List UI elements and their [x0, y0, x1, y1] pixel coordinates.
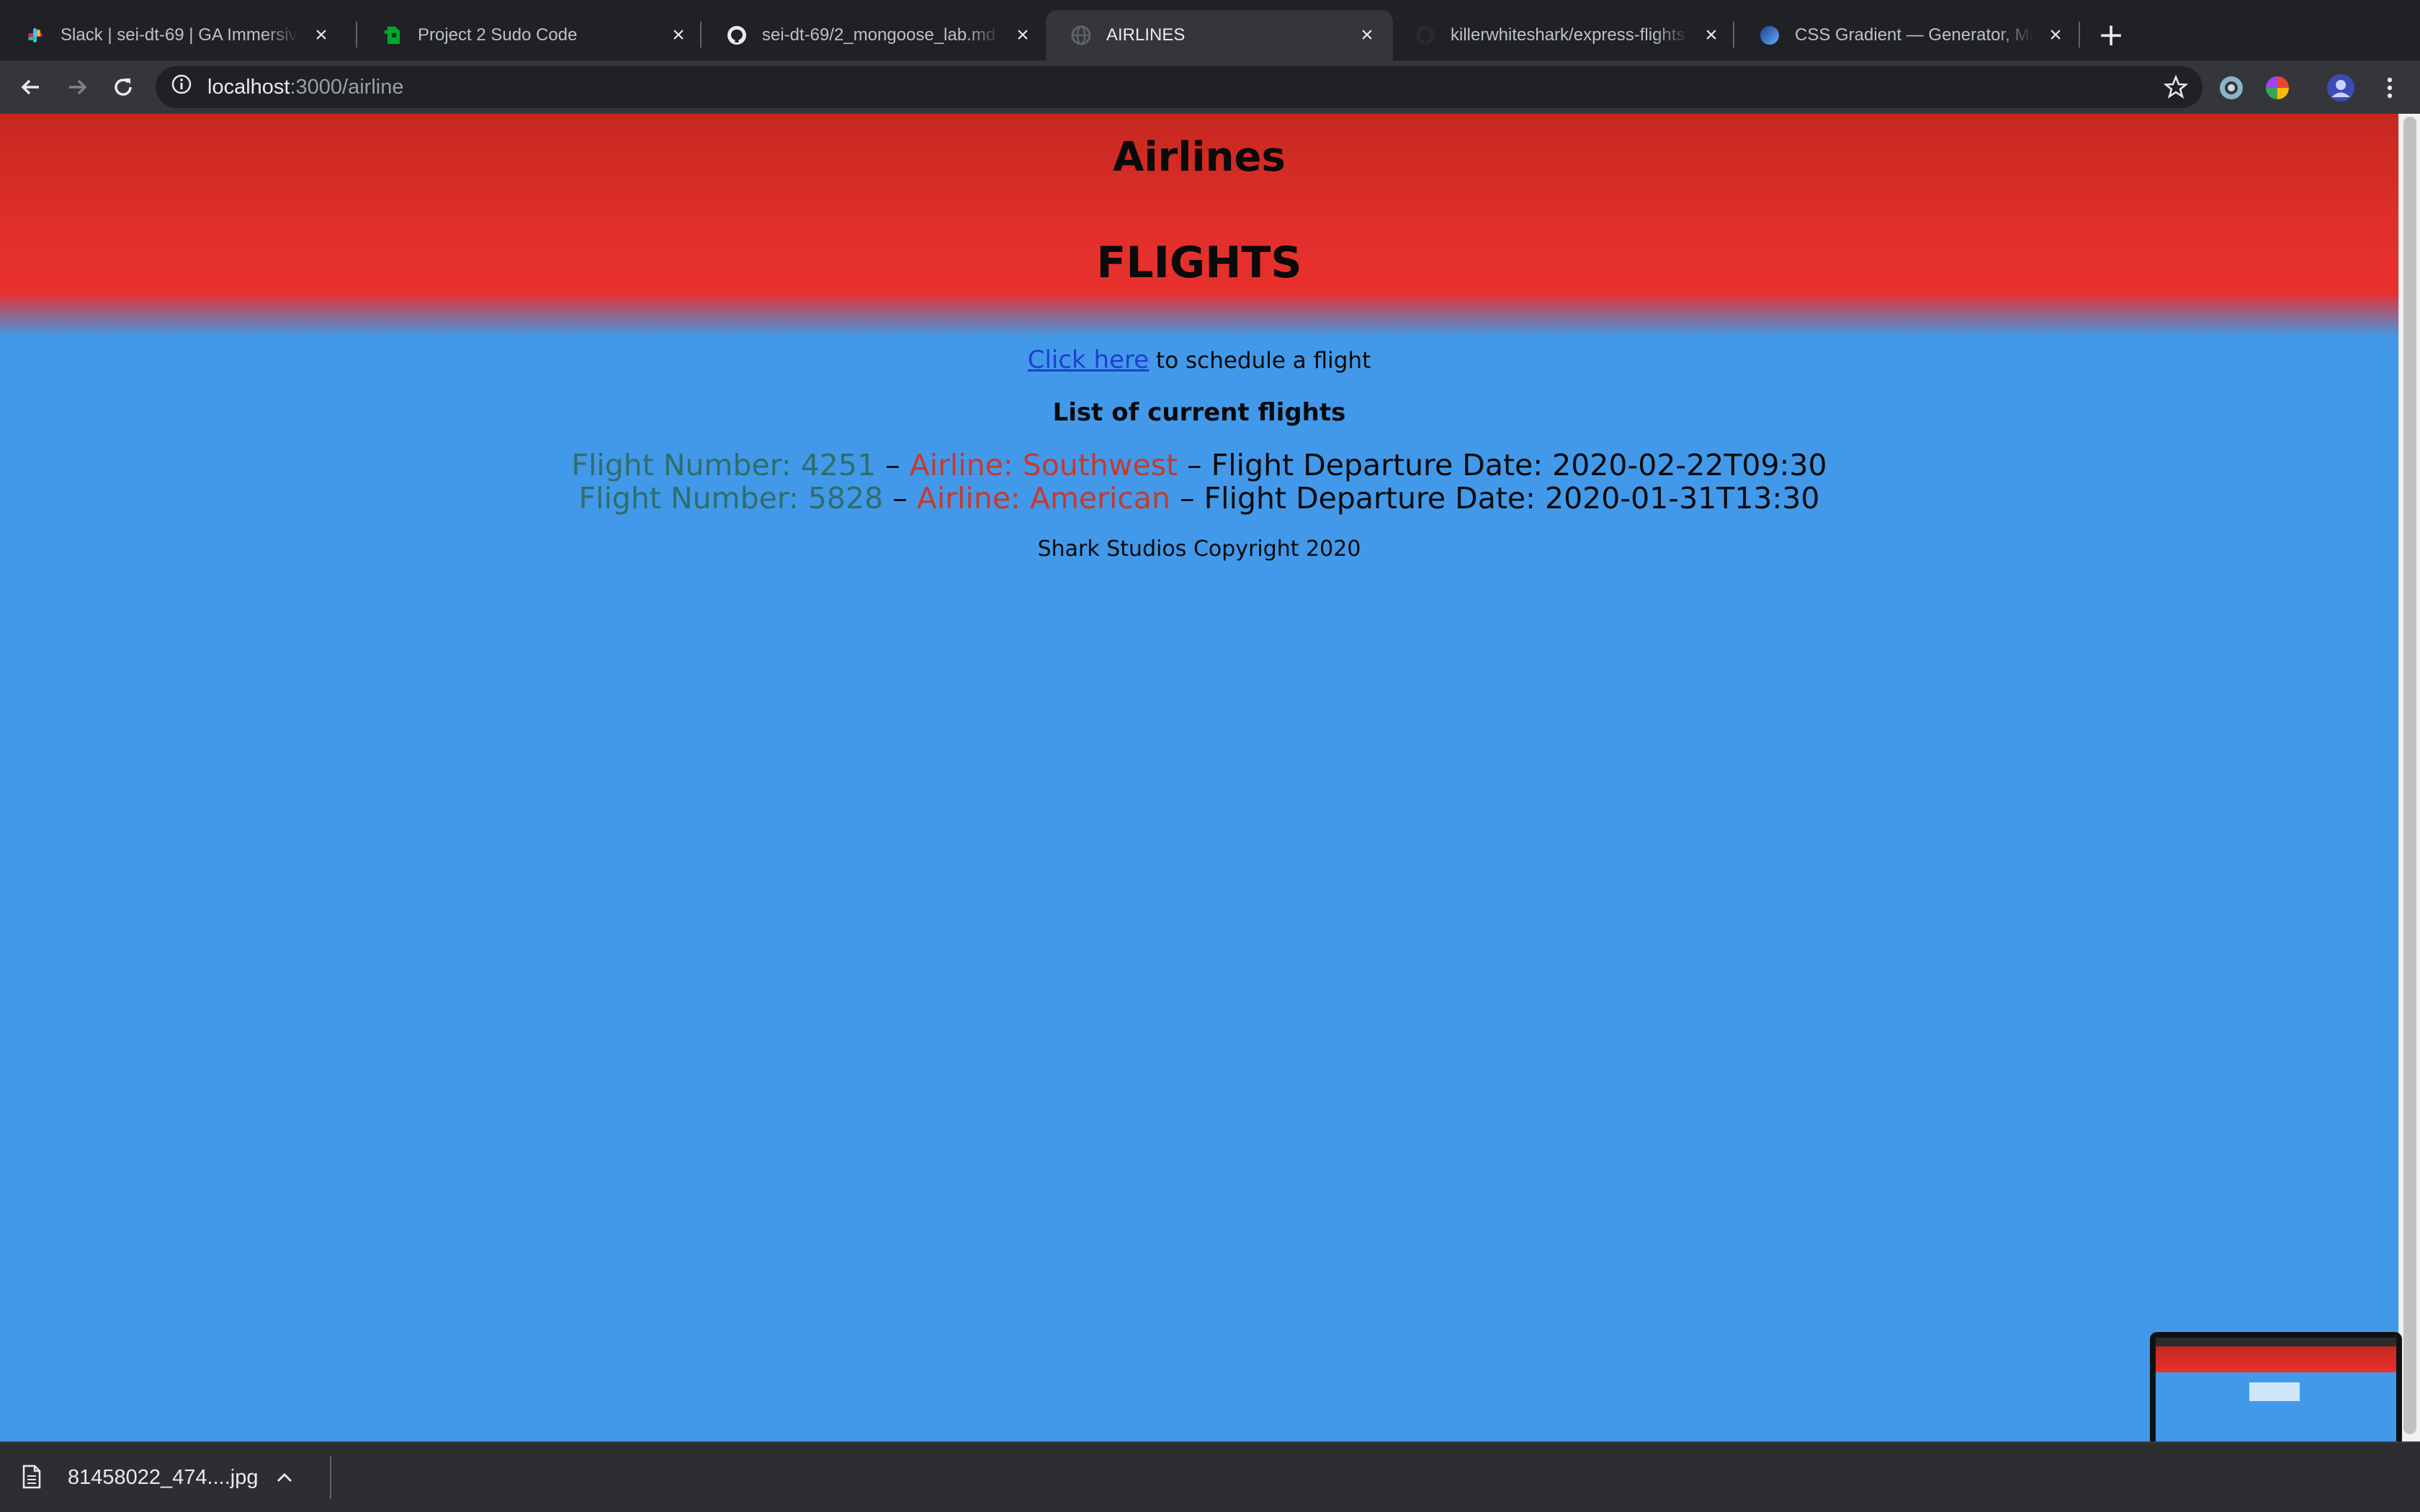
tab-title: sei-dt-69/2_mongoose_lab.md	[762, 25, 996, 45]
separator: –	[1178, 448, 1211, 482]
flight-airline: Airline: Southwest	[909, 448, 1178, 482]
reload-button[interactable]	[105, 69, 141, 105]
page-title: Airlines	[1113, 134, 1286, 181]
download-file-name: 81458022_474....jpg	[68, 1465, 259, 1489]
page-scrollbar[interactable]	[2398, 114, 2420, 1441]
flight-departure: Flight Departure Date: 2020-01-31T13:30	[1204, 481, 1820, 516]
evernote-icon	[382, 24, 403, 46]
schedule-flight-link[interactable]: Click here	[1028, 346, 1149, 374]
separator: –	[876, 448, 910, 482]
profile-avatar[interactable]	[2326, 73, 2355, 102]
back-button[interactable]	[13, 69, 49, 105]
slack-icon	[24, 24, 46, 46]
close-icon[interactable]: ×	[310, 24, 333, 47]
forward-arrow-icon	[69, 79, 87, 95]
reload-icon	[115, 78, 132, 96]
tab-title: killerwhiteshark/express-flights	[1451, 25, 1685, 45]
download-item[interactable]: 81458022_474....jpg	[22, 1443, 324, 1512]
url-path: :3000/airline	[290, 75, 404, 99]
tab-project-2[interactable]: Project 2 Sudo Code ×	[357, 10, 704, 60]
address-bar[interactable]: localhost:3000/airline	[156, 66, 2202, 108]
flight-airline: Airline: American	[916, 481, 1171, 516]
new-tab-button[interactable]: +	[2093, 17, 2129, 53]
schedule-line: Click here to schedule a flight	[0, 346, 2398, 375]
color-picker-extension-icon[interactable]	[2263, 73, 2292, 102]
file-icon	[22, 1464, 45, 1490]
close-icon[interactable]: ×	[1011, 24, 1034, 47]
preview-form	[2249, 1382, 2300, 1401]
extension-icon[interactable]	[2217, 73, 2246, 102]
close-icon[interactable]: ×	[1355, 24, 1379, 47]
star-icon[interactable]	[2163, 74, 2189, 99]
globe-icon	[1070, 24, 1092, 46]
tab-title: CSS Gradient — Generator, Maker	[1795, 25, 2034, 45]
preview-header	[2156, 1346, 2396, 1372]
flight-number: Flight Number: 4251	[571, 448, 877, 482]
tab-title: Project 2 Sudo Code	[418, 25, 578, 45]
tab-airlines[interactable]: AIRLINES ×	[1046, 10, 1393, 60]
separator: –	[883, 481, 917, 516]
tab-css-gradient[interactable]: CSS Gradient — Generator, Maker ×	[1734, 10, 2081, 60]
close-icon[interactable]: ×	[2044, 24, 2067, 47]
tab-github-express-flights[interactable]: killerwhiteshark/express-flights ×	[1390, 10, 1737, 60]
flight-item: Flight Number: 5828 – Airline: American …	[0, 482, 2398, 515]
schedule-text: to schedule a flight	[1149, 348, 1371, 374]
download-divider	[330, 1456, 331, 1499]
back-arrow-icon	[21, 79, 39, 95]
tab-github-lab[interactable]: sei-dt-69/2_mongoose_lab.md ×	[702, 10, 1049, 60]
flight-list: Flight Number: 4251 – Airline: Southwest…	[0, 449, 2398, 515]
flight-departure: Flight Departure Date: 2020-02-22T09:30	[1211, 448, 1827, 482]
tab-strip: Slack | sei-dt-69 | GA Immersive × Proje…	[0, 0, 2420, 60]
cssgradient-icon	[1759, 24, 1780, 46]
info-icon[interactable]	[171, 74, 192, 100]
scrollbar-thumb[interactable]	[2403, 117, 2416, 1434]
tab-divider	[2079, 22, 2080, 48]
flight-item: Flight Number: 4251 – Airline: Southwest…	[0, 449, 2398, 482]
close-icon[interactable]: ×	[1700, 24, 1723, 47]
tab-title: AIRLINES	[1106, 25, 1186, 45]
forward-button[interactable]	[59, 69, 95, 105]
flights-heading: FLIGHTS	[1096, 238, 1302, 288]
tab-title: Slack | sei-dt-69 | GA Immersive	[60, 25, 300, 45]
browser-toolbar: localhost:3000/airline	[0, 60, 2420, 114]
flight-number: Flight Number: 5828	[578, 481, 884, 516]
github-icon	[726, 24, 748, 46]
url-host: localhost	[207, 75, 290, 99]
download-shelf: 81458022_474....jpg	[0, 1441, 2420, 1512]
page-footer: Shark Studios Copyright 2020	[1037, 536, 1361, 562]
list-heading: List of current flights	[1052, 398, 1346, 427]
preview-toolbar	[2156, 1338, 2396, 1346]
separator: –	[1170, 481, 1204, 516]
close-icon[interactable]: ×	[667, 24, 690, 47]
page-viewport: Airlines FLIGHTS Click here to schedule …	[0, 114, 2420, 1441]
chevron-up-icon[interactable]	[277, 1467, 292, 1488]
menu-kebab-icon[interactable]	[2375, 73, 2404, 102]
github-icon	[1415, 24, 1436, 46]
tab-slack[interactable]: Slack | sei-dt-69 | GA Immersive ×	[0, 10, 347, 60]
page-content: Click here to schedule a flight List of …	[0, 346, 2398, 564]
